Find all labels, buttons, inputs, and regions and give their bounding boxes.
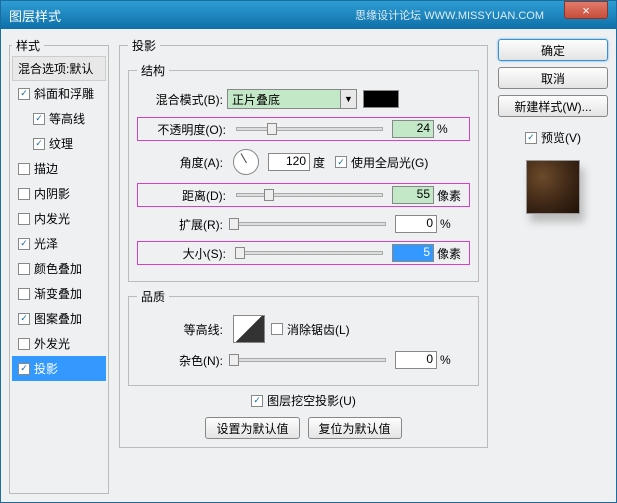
style-label: 图案叠加 bbox=[34, 310, 82, 327]
style-label: 混合选项:默认 bbox=[18, 60, 93, 77]
style-checkbox[interactable] bbox=[18, 363, 30, 375]
drop-shadow-panel: 投影 结构 混合模式(B): 正片叠底 ▼ 不透明度(O): bbox=[119, 37, 488, 448]
global-light-checkbox[interactable] bbox=[335, 156, 347, 168]
antialias-label: 消除锯齿(L) bbox=[287, 321, 350, 338]
style-item[interactable]: 描边 bbox=[12, 156, 106, 181]
knockout-label: 图层挖空投影(U) bbox=[267, 392, 356, 409]
style-checkbox[interactable] bbox=[18, 263, 30, 275]
distance-label: 距离(D): bbox=[140, 187, 230, 204]
style-item[interactable]: 外发光 bbox=[12, 331, 106, 356]
style-item[interactable]: 光泽 bbox=[12, 231, 106, 256]
style-item[interactable]: 渐变叠加 bbox=[12, 281, 106, 306]
titlebar: 图层样式 思缘设计论坛 WWW.MISSYUAN.COM × bbox=[1, 1, 616, 29]
style-item[interactable]: 图案叠加 bbox=[12, 306, 106, 331]
close-button[interactable]: × bbox=[564, 1, 608, 19]
noise-input[interactable]: 0 bbox=[395, 351, 437, 369]
knockout-checkbox[interactable] bbox=[251, 395, 263, 407]
style-label: 内发光 bbox=[34, 210, 70, 227]
contour-picker[interactable] bbox=[233, 315, 265, 343]
style-checkbox[interactable] bbox=[18, 213, 30, 225]
style-label: 光泽 bbox=[34, 235, 58, 252]
size-label: 大小(S): bbox=[140, 245, 230, 262]
spread-label: 扩展(R): bbox=[137, 216, 227, 233]
style-checkbox[interactable] bbox=[18, 88, 30, 100]
angle-input[interactable]: 120 bbox=[268, 153, 310, 171]
style-checkbox[interactable] bbox=[18, 288, 30, 300]
style-item[interactable]: 颜色叠加 bbox=[12, 256, 106, 281]
style-checkbox[interactable] bbox=[18, 238, 30, 250]
blend-mode-select[interactable]: 正片叠底 ▼ bbox=[227, 89, 357, 109]
style-label: 描边 bbox=[34, 160, 58, 177]
watermark: 思缘设计论坛 WWW.MISSYUAN.COM bbox=[355, 7, 544, 23]
chevron-down-icon: ▼ bbox=[340, 90, 356, 108]
style-checkbox[interactable] bbox=[33, 138, 45, 150]
preview-checkbox[interactable] bbox=[525, 132, 537, 144]
style-label: 投影 bbox=[34, 360, 58, 377]
style-item[interactable]: 投影 bbox=[12, 356, 106, 381]
blend-mode-label: 混合模式(B): bbox=[137, 91, 227, 108]
reset-default-button[interactable]: 复位为默认值 bbox=[308, 417, 402, 439]
size-input[interactable]: 5 bbox=[392, 244, 434, 262]
style-item[interactable]: 内发光 bbox=[12, 206, 106, 231]
quality-legend: 品质 bbox=[137, 288, 169, 305]
style-label: 内阴影 bbox=[34, 185, 70, 202]
style-label: 颜色叠加 bbox=[34, 260, 82, 277]
preview-thumbnail bbox=[526, 160, 580, 214]
window-title: 图层样式 bbox=[9, 6, 61, 25]
contour-label: 等高线: bbox=[137, 321, 227, 338]
style-label: 外发光 bbox=[34, 335, 70, 352]
preview-label: 预览(V) bbox=[541, 129, 581, 146]
structure-legend: 结构 bbox=[137, 62, 169, 79]
style-item[interactable]: 混合选项:默认 bbox=[12, 56, 106, 81]
structure-group: 结构 混合模式(B): 正片叠底 ▼ 不透明度(O): 24 bbox=[128, 62, 479, 282]
style-checkbox[interactable] bbox=[33, 113, 45, 125]
opacity-input[interactable]: 24 bbox=[392, 120, 434, 138]
style-item[interactable]: 等高线 bbox=[12, 106, 106, 131]
distance-slider[interactable] bbox=[236, 193, 383, 197]
spread-input[interactable]: 0 bbox=[395, 215, 437, 233]
set-default-button[interactable]: 设置为默认值 bbox=[205, 417, 299, 439]
noise-label: 杂色(N): bbox=[137, 352, 227, 369]
global-light-label: 使用全局光(G) bbox=[351, 154, 428, 171]
style-label: 纹理 bbox=[49, 135, 73, 152]
styles-list: 样式 混合选项:默认斜面和浮雕等高线纹理描边内阴影内发光光泽颜色叠加渐变叠加图案… bbox=[9, 37, 109, 494]
new-style-button[interactable]: 新建样式(W)... bbox=[498, 95, 608, 117]
drop-shadow-legend: 投影 bbox=[128, 37, 160, 54]
style-checkbox[interactable] bbox=[18, 188, 30, 200]
style-label: 渐变叠加 bbox=[34, 285, 82, 302]
color-swatch[interactable] bbox=[363, 90, 399, 108]
ok-button[interactable]: 确定 bbox=[498, 39, 608, 61]
style-item[interactable]: 纹理 bbox=[12, 131, 106, 156]
opacity-slider[interactable] bbox=[236, 127, 383, 131]
style-checkbox[interactable] bbox=[18, 313, 30, 325]
antialias-checkbox[interactable] bbox=[271, 323, 283, 335]
style-item[interactable]: 斜面和浮雕 bbox=[12, 81, 106, 106]
cancel-button[interactable]: 取消 bbox=[498, 67, 608, 89]
style-checkbox[interactable] bbox=[18, 163, 30, 175]
size-slider[interactable] bbox=[236, 251, 383, 255]
angle-dial[interactable] bbox=[233, 149, 259, 175]
distance-input[interactable]: 55 bbox=[392, 186, 434, 204]
style-label: 斜面和浮雕 bbox=[34, 85, 94, 102]
style-label: 等高线 bbox=[49, 110, 85, 127]
style-item[interactable]: 内阴影 bbox=[12, 181, 106, 206]
angle-label: 角度(A): bbox=[137, 154, 227, 171]
style-checkbox[interactable] bbox=[18, 338, 30, 350]
spread-slider[interactable] bbox=[233, 222, 386, 226]
opacity-label: 不透明度(O): bbox=[140, 121, 230, 138]
noise-slider[interactable] bbox=[233, 358, 386, 362]
quality-group: 品质 等高线: 消除锯齿(L) 杂色(N): 0 % bbox=[128, 288, 479, 386]
styles-legend: 样式 bbox=[12, 37, 44, 54]
